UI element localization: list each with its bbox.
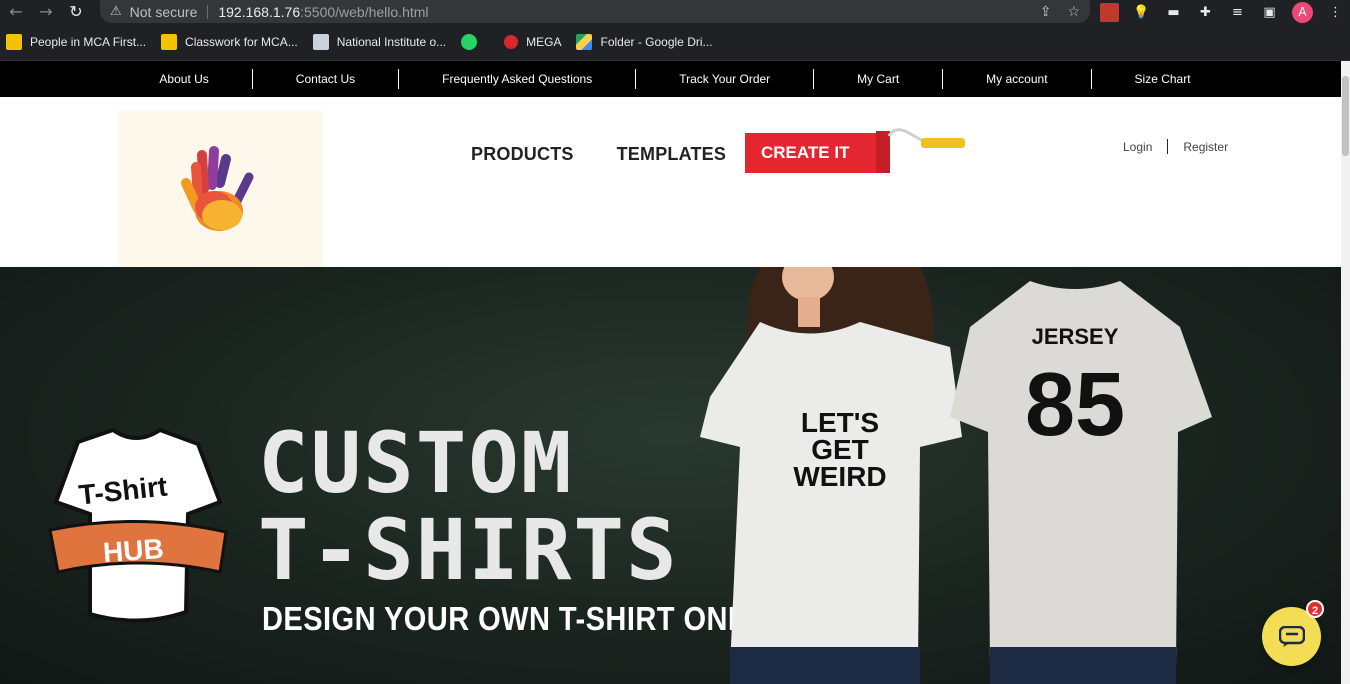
nav-templates[interactable]: TEMPLATES (617, 144, 726, 165)
male-shirt-text: JERSEY (1032, 324, 1119, 349)
menu-icon[interactable]: ⋮ (1326, 3, 1345, 22)
bookmark-label: Folder - Google Dri... (600, 35, 713, 49)
chat-notification-badge: 2 (1306, 600, 1324, 618)
mega-icon (504, 35, 519, 49)
top-navigation: About Us Contact Us Frequently Asked Que… (0, 61, 1350, 97)
create-it-button[interactable]: CREATE IT (745, 128, 975, 176)
male-model-image: JERSEY 85 (950, 281, 1212, 684)
back-icon[interactable]: ← (6, 2, 26, 22)
whatsapp-icon (461, 34, 478, 50)
extension-icon[interactable]: ▬ (1164, 3, 1183, 22)
bookmark-label: National Institute o... (336, 35, 447, 49)
paint-roller-icon (876, 128, 965, 173)
warning-icon[interactable]: ⚠ (110, 4, 122, 19)
institute-icon (312, 34, 329, 50)
puzzle-icon[interactable]: ✚ (1196, 3, 1215, 22)
url-path[interactable]: :5500/web/hello.html (300, 4, 428, 20)
bookmark-label: People in MCA First... (30, 35, 147, 49)
url-host[interactable]: 192.168.1.76 (218, 4, 300, 20)
lightbulb-icon[interactable]: 💡 (1132, 3, 1151, 22)
address-bar[interactable]: ⚠ Not secure 192.168.1.76:5500/web/hello… (100, 0, 1090, 23)
bookmarks-bar: People in MCA First... Classwork for MCA… (0, 24, 1350, 61)
register-link[interactable]: Register (1183, 140, 1228, 154)
nav-my-account[interactable]: My account (943, 69, 1092, 89)
share-icon[interactable]: ⇪ (1040, 4, 1052, 20)
badge-line2: HUB (102, 533, 165, 568)
bookmark-label: MEGA (526, 35, 562, 49)
browser-toolbar: ← → ↻ ⚠ Not secure 192.168.1.76:5500/web… (0, 0, 1350, 24)
page-scrollbar[interactable] (1341, 61, 1350, 684)
google-drive-icon (576, 34, 593, 50)
hero-headline-2: T-SHIRTS (258, 501, 679, 599)
classroom-icon (161, 34, 178, 50)
hand-logo-icon (181, 146, 254, 231)
scrollbar-thumb[interactable] (1342, 76, 1349, 156)
bookmark-label: Classwork for MCA... (185, 35, 298, 49)
bookmark-item[interactable]: MEGA (504, 35, 561, 49)
bookmark-item[interactable]: National Institute o... (312, 34, 447, 50)
nav-contact-us[interactable]: Contact Us (253, 69, 400, 89)
bookmark-item[interactable]: Classwork for MCA... (161, 34, 298, 50)
nav-about-us[interactable]: About Us (116, 69, 253, 89)
chat-icon (1278, 625, 1305, 647)
hero-banner: T-Shirt HUB CUSTOM T-SHIRTS DESIGN YOUR … (0, 267, 1341, 684)
bookmark-item[interactable] (461, 34, 478, 50)
reload-icon[interactable]: ↻ (66, 2, 86, 22)
nav-track-order[interactable]: Track Your Order (636, 69, 815, 89)
female-model-image: LET'S GET WEIRD (700, 267, 962, 684)
nav-size-chart[interactable]: Size Chart (1092, 69, 1234, 89)
site-logo[interactable] (118, 111, 323, 267)
main-navigation: PRODUCTS TEMPLATES (471, 144, 769, 165)
classroom-icon (6, 34, 22, 50)
forward-icon[interactable]: → (36, 2, 56, 22)
bookmark-item[interactable]: People in MCA First... (6, 34, 146, 50)
nav-faq[interactable]: Frequently Asked Questions (399, 69, 637, 89)
male-shirt-number: 85 (1025, 355, 1125, 455)
login-link[interactable]: Login (1123, 140, 1152, 154)
bookmark-item[interactable]: Folder - Google Dri... (576, 34, 713, 50)
tshirt-hub-badge: T-Shirt HUB (48, 427, 228, 623)
nav-my-cart[interactable]: My Cart (814, 69, 944, 89)
sidepanel-icon[interactable]: ▣ (1260, 3, 1279, 22)
divider (207, 4, 209, 19)
security-label[interactable]: Not secure (130, 4, 198, 20)
female-shirt-text-3: WEIRD (793, 461, 886, 492)
hero-headline-1: CUSTOM (258, 414, 574, 512)
media-icon[interactable]: ≡ (1228, 3, 1247, 22)
book-extension-icon[interactable] (1100, 2, 1119, 22)
nav-products[interactable]: PRODUCTS (471, 144, 574, 165)
site-header: PRODUCTS TEMPLATES CREATE IT Login Regis… (0, 97, 1350, 267)
star-icon[interactable]: ☆ (1067, 4, 1080, 20)
avatar[interactable]: A (1292, 1, 1313, 23)
divider (1167, 139, 1169, 154)
auth-links: Login Register (1123, 139, 1228, 154)
